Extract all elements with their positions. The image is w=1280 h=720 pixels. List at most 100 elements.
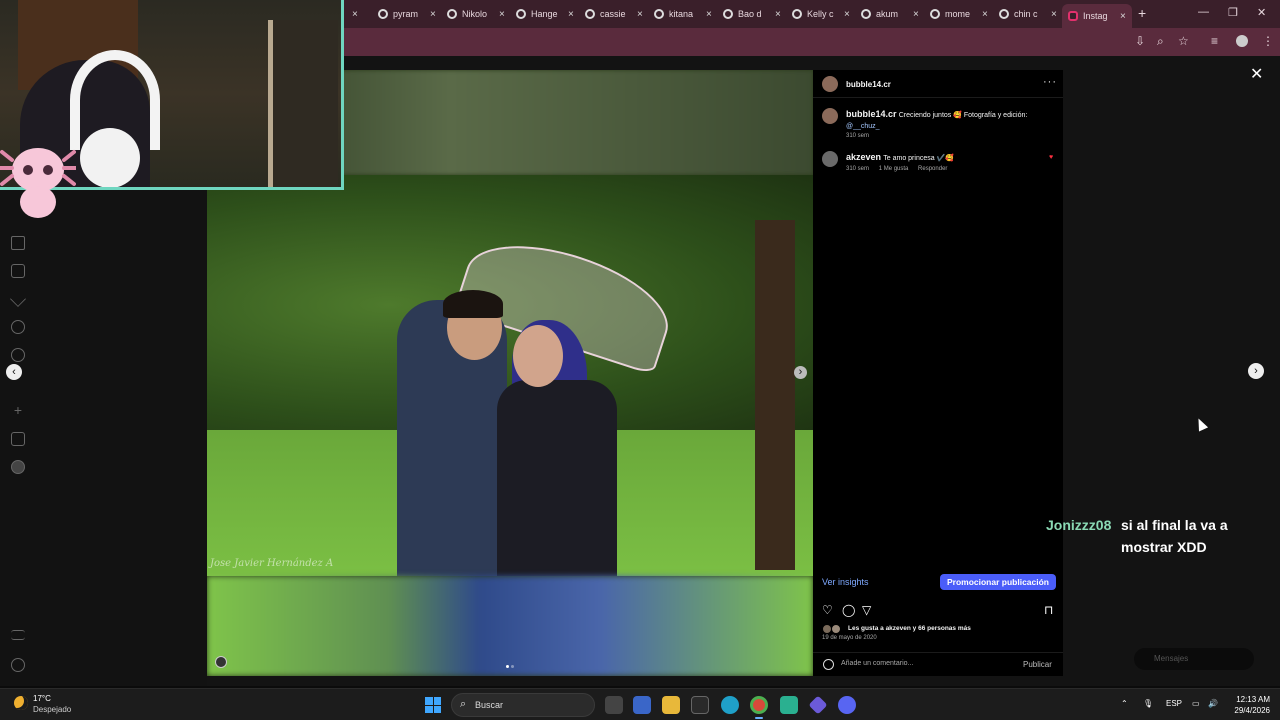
more-options-icon[interactable]: ··· [1043,76,1057,88]
comment-username[interactable]: akzeven [846,152,881,162]
volume-icon[interactable]: 🔊 [1208,699,1218,708]
caption-avatar[interactable] [822,108,838,124]
show-hidden-icons-icon[interactable]: ⌃ [1121,699,1128,708]
likes-summary[interactable]: Les gusta a akzeven y 66 personas más [848,625,971,632]
profile-avatar[interactable] [1236,35,1248,47]
caption-username[interactable]: bubble14.cr [846,109,897,119]
tab-label: pyram [393,9,419,19]
previous-post-button[interactable]: ‹ [6,364,22,380]
comment-bubble-icon[interactable]: ◯ [842,603,855,617]
search-icon[interactable] [11,320,25,334]
messages-button[interactable]: Mensajes [1134,648,1254,670]
discord-icon[interactable] [838,696,856,714]
moon-weather-icon[interactable] [14,696,28,710]
tab-close-icon[interactable]: × [1051,9,1057,20]
minimize-button[interactable]: — [1198,6,1209,18]
tab-4[interactable]: cassie × [579,4,649,24]
publish-button[interactable]: Publicar [1023,660,1052,669]
tab-close-icon[interactable]: × [706,9,712,20]
weather-condition[interactable]: Despejado [33,705,71,714]
more-menu-icon[interactable] [11,630,25,640]
bookmark-star-icon[interactable]: ☆ [1178,34,1189,48]
reels-icon[interactable] [11,264,25,278]
input-language[interactable]: ESP [1166,699,1182,708]
tab-10[interactable]: chin c × [993,4,1063,24]
install-icon[interactable]: ⇩ [1135,34,1145,48]
promote-post-button[interactable]: Promocionar publicación [940,574,1056,590]
tab-9[interactable]: mome × [924,4,994,24]
network-icon[interactable]: ▭ [1192,699,1200,708]
emoji-icon[interactable] [823,659,834,670]
tab-close-icon[interactable]: × [568,9,574,20]
app-icon[interactable] [780,696,798,714]
obsidian-icon[interactable] [808,695,828,715]
comment-like-heart-icon[interactable]: ♥ [1049,154,1053,161]
tab-3[interactable]: Hange × [510,4,580,24]
comment: akzeven Te amo princesa ✔️🥰 [846,152,1046,164]
media-icon[interactable]: ≡ [1211,34,1218,48]
tab-6[interactable]: Bao d × [717,4,787,24]
like-heart-icon[interactable]: ♡ [822,603,833,617]
tab-close-icon[interactable]: × [1120,11,1126,22]
carousel-next-button[interactable]: › [794,366,807,379]
author-avatar[interactable] [822,76,838,92]
carousel-dot-active [506,665,509,668]
task-view-icon[interactable] [605,696,623,714]
search-icon: ⌕ [460,698,467,710]
meta-icon[interactable] [11,658,25,672]
author-username[interactable]: bubble14.cr [846,80,891,89]
home-icon[interactable] [11,236,25,250]
zoom-icon[interactable]: ⌕ [1157,34,1164,49]
tab-close-icon[interactable]: × [775,9,781,20]
window-close-button[interactable]: ✕ [1257,6,1266,19]
tab-close-icon[interactable]: × [844,9,850,20]
edge-icon[interactable] [721,696,739,714]
tab-close-icon[interactable]: × [352,9,358,20]
chrome-icon [792,9,802,19]
carousel-dots [506,665,514,668]
profile-icon[interactable] [11,460,25,474]
comment-text: Te amo princesa ✔️🥰 [883,155,955,162]
next-post-button[interactable]: › [1248,363,1264,379]
tab-7[interactable]: Kelly c × [786,4,856,24]
tab-close-icon[interactable]: × [982,9,988,20]
tab-close-icon[interactable]: × [499,9,505,20]
dashboard-icon[interactable] [11,432,25,446]
tab-2[interactable]: Nikolo × [441,4,511,24]
explore-icon[interactable] [11,348,25,362]
tagged-user-icon[interactable] [215,656,227,668]
maximize-button[interactable]: ❐ [1228,6,1238,19]
microphone-icon[interactable]: 🎙 [1143,699,1153,708]
taskbar-search[interactable]: ⌕ Buscar [451,693,595,717]
tab-close-icon[interactable]: × [430,9,436,20]
menu-icon[interactable]: ⋮ [1262,34,1274,48]
tab-0[interactable]: × [342,4,364,24]
caption-mention[interactable]: @__chuz_ [846,123,880,130]
comment-avatar[interactable] [822,151,838,167]
comment-input[interactable]: Añade un comentario... [841,660,913,667]
chrome-icon[interactable] [750,696,768,714]
tab-instagram[interactable]: Instag × [1062,4,1132,28]
comment-likes[interactable]: 1 Me gusta [879,166,909,172]
save-bookmark-icon[interactable]: ⊓ [1044,603,1053,617]
store-icon[interactable] [691,696,709,714]
tab-5[interactable]: kitana × [648,4,718,24]
tab-1[interactable]: pyram × [372,4,442,24]
reply-button[interactable]: Responder [918,166,947,172]
close-modal-icon[interactable]: ✕ [1250,64,1263,84]
new-tab-button[interactable]: + [1138,5,1146,21]
share-send-icon[interactable]: ▽ [862,603,871,617]
photo-tree-trunk [755,220,795,570]
weather-temperature[interactable]: 17°C [33,694,51,703]
caption-text: Creciendo juntos 🥰 Fotografía y edición: [898,112,1028,119]
create-icon[interactable]: + [11,403,25,418]
tab-8[interactable]: akum × [855,4,925,24]
windows-start-icon[interactable] [425,697,441,713]
view-insights-link[interactable]: Ver insights [822,577,869,587]
tab-close-icon[interactable]: × [637,9,643,20]
file-explorer-icon[interactable] [662,696,680,714]
tab-close-icon[interactable]: × [913,9,919,20]
tab-label: chin c [1014,9,1038,19]
taskbar-clock[interactable]: 12:13 AM 29/4/2026 [1222,694,1270,716]
widgets-icon[interactable] [633,696,651,714]
